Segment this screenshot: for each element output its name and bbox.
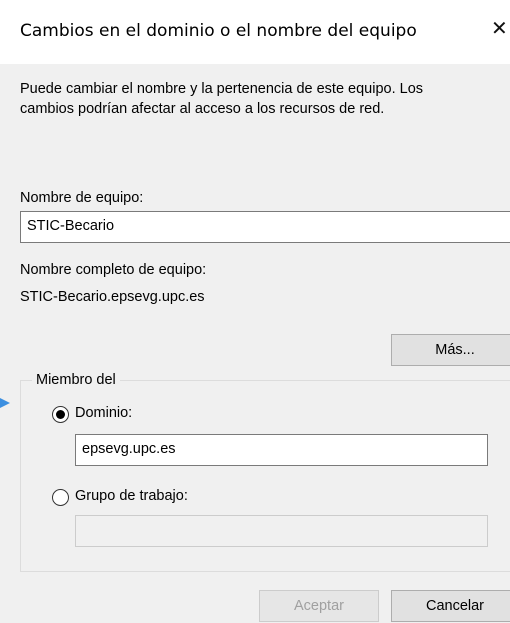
domain-input[interactable]: epsevg.upc.es (75, 434, 488, 466)
domain-radio-label[interactable]: Dominio: (75, 405, 132, 421)
radio-selected-dot (56, 410, 65, 419)
cancel-button[interactable]: Cancelar (391, 590, 510, 622)
workgroup-radio[interactable] (52, 489, 69, 506)
workgroup-radio-label[interactable]: Grupo de trabajo: (75, 488, 188, 504)
computer-name-input[interactable]: STIC-Becario (20, 211, 510, 243)
pointer-arrow-icon (0, 398, 10, 408)
close-icon[interactable]: ✕ (491, 18, 508, 38)
more-button[interactable]: Más... (391, 334, 510, 366)
dialog-window: Cambios en el dominio o el nombre del eq… (0, 0, 510, 623)
full-name-value: STIC-Becario.epsevg.upc.es (20, 289, 205, 305)
description-line-2: cambios podrían afectar al acceso a los … (20, 101, 385, 117)
member-of-label: Miembro del (32, 372, 120, 388)
full-name-label: Nombre completo de equipo: (20, 262, 207, 278)
window-title: Cambios en el dominio o el nombre del eq… (20, 21, 417, 41)
title-bar[interactable]: Cambios en el dominio o el nombre del eq… (0, 0, 510, 64)
ok-button: Aceptar (259, 590, 379, 622)
description-line-1: Puede cambiar el nombre y la pertenencia… (20, 81, 424, 97)
workgroup-input (75, 515, 488, 547)
computer-name-label: Nombre de equipo: (20, 190, 144, 206)
domain-radio[interactable] (52, 406, 69, 423)
